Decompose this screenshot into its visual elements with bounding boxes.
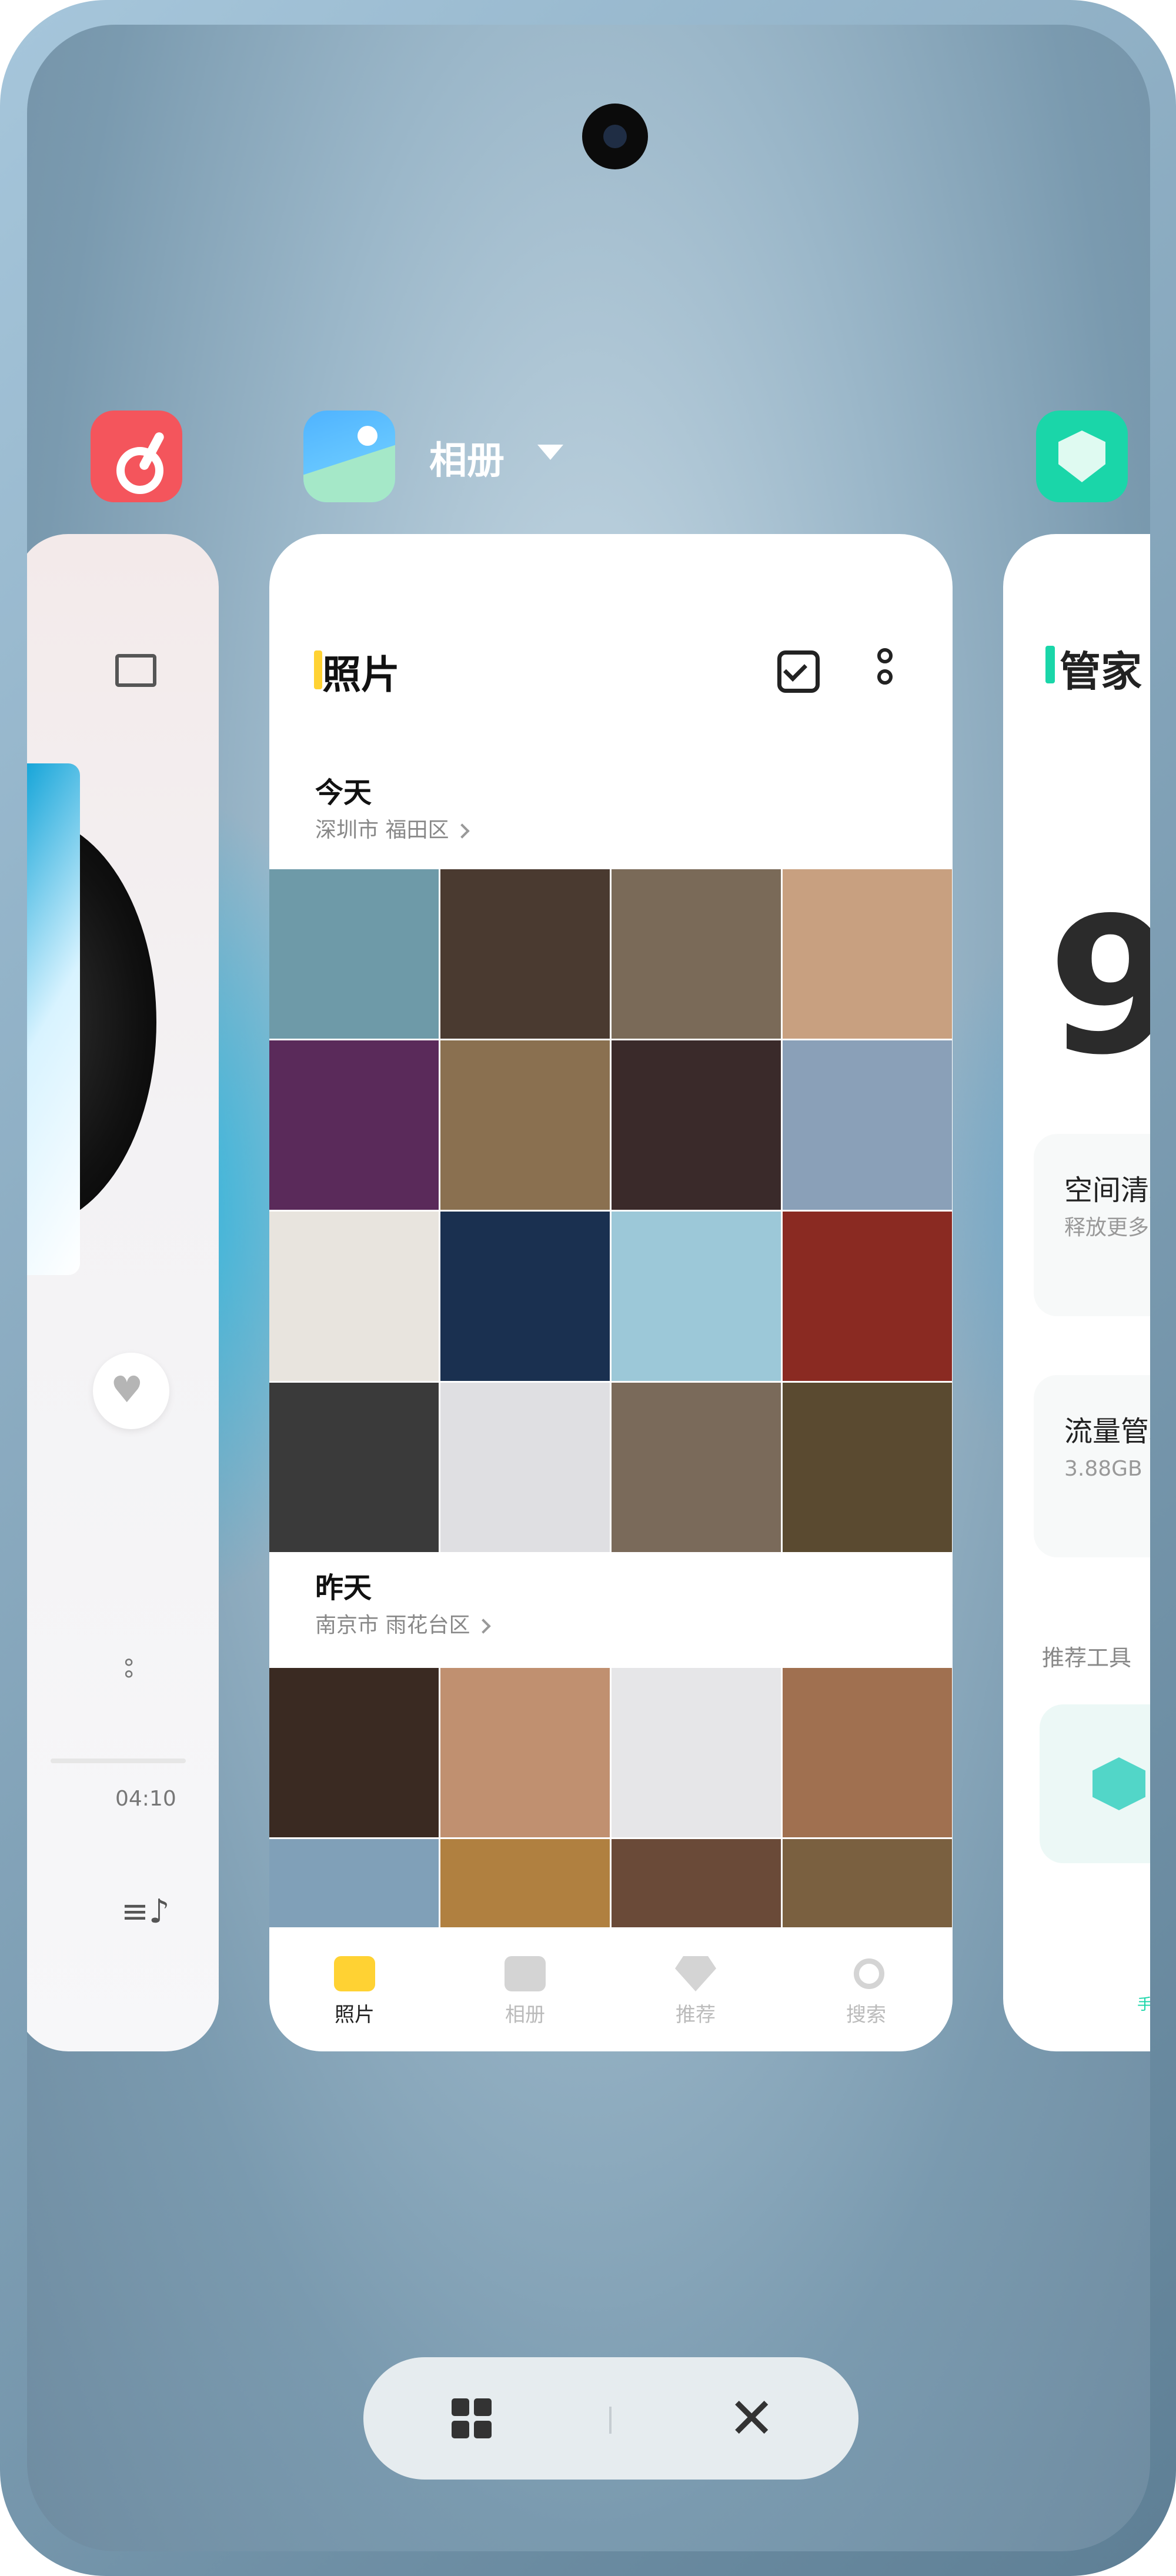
close-all-icon[interactable]: ✕ bbox=[728, 2390, 775, 2447]
photo-thumbnail[interactable] bbox=[440, 1040, 610, 1210]
photo-thumbnail[interactable] bbox=[612, 1212, 781, 1381]
tile-subtitle: 3.88GB 已用 bbox=[1064, 1457, 1150, 1481]
photo-thumbnail[interactable] bbox=[440, 1839, 610, 1927]
front-camera bbox=[582, 104, 648, 169]
title-accent-bar bbox=[314, 650, 322, 689]
tab-label: 搜索 bbox=[846, 2003, 886, 2027]
photo-thumbnail[interactable] bbox=[612, 869, 781, 1039]
nav-phone-label[interactable]: 手机 bbox=[1137, 1993, 1150, 2014]
photos-icon bbox=[334, 1956, 375, 1991]
photo-thumbnail[interactable] bbox=[440, 1668, 610, 1837]
photo-thumbnail[interactable] bbox=[783, 1839, 952, 1927]
photo-thumbnail[interactable] bbox=[269, 1383, 439, 1552]
section-location-today[interactable]: 深圳市 福田区 bbox=[315, 813, 470, 843]
select-checkbox-icon[interactable] bbox=[777, 650, 820, 693]
music-app-card[interactable]: ♥ ∘ ∘ 04:10 ≡♪ bbox=[27, 534, 219, 2051]
progress-bar[interactable] bbox=[51, 1759, 186, 1763]
manager-title: 管家 bbox=[1060, 648, 1142, 696]
phone-frame: 相册 ♥ ∘ ∘ 04:10 ≡♪ 照片 今天 深圳市 福田区 昨天 南京市 雨花… bbox=[0, 0, 1176, 2576]
bottom-tab-bar: 照片 相册 推荐 搜索 bbox=[269, 1928, 953, 2051]
tab-label: 相册 bbox=[505, 2003, 545, 2027]
photo-thumbnail[interactable] bbox=[269, 1040, 439, 1210]
music-app-icon[interactable] bbox=[91, 411, 182, 502]
title-accent-bar bbox=[1045, 646, 1055, 683]
heart-icon: ♥ bbox=[111, 1368, 143, 1411]
photo-grid-yesterday bbox=[269, 1668, 953, 1927]
albums-icon bbox=[505, 1956, 546, 1991]
tab-albums[interactable]: 相册 bbox=[440, 1928, 610, 2051]
recent-apps-screen: 相册 ♥ ∘ ∘ 04:10 ≡♪ 照片 今天 深圳市 福田区 昨天 南京市 雨花… bbox=[27, 25, 1150, 2551]
photo-thumbnail[interactable] bbox=[440, 869, 610, 1039]
photo-thumbnail[interactable] bbox=[612, 1839, 781, 1927]
photo-thumbnail[interactable] bbox=[783, 869, 952, 1039]
section-title-today: 今天 bbox=[315, 776, 372, 809]
gallery-app-card[interactable]: 照片 今天 深圳市 福田区 昨天 南京市 雨花台区 照片 相册 推荐 搜索 bbox=[269, 534, 953, 2051]
recommend-tool-tile[interactable] bbox=[1040, 1704, 1150, 1863]
more-icon[interactable]: ∘ ∘ bbox=[120, 1650, 138, 1697]
tab-label: 照片 bbox=[335, 2003, 375, 2027]
tile-subtitle: 释放更多空间 bbox=[1064, 1216, 1150, 1240]
photo-thumbnail[interactable] bbox=[783, 1040, 952, 1210]
manager-app-card[interactable]: 管家 96 空间清理 释放更多空间 流量管理 3.88GB 已用 推荐工具 手机 bbox=[1003, 534, 1150, 2051]
like-button[interactable]: ♥ bbox=[93, 1353, 169, 1429]
track-time: 04:10 bbox=[115, 1787, 176, 1811]
search-icon bbox=[846, 1956, 887, 1991]
page-title: 照片 bbox=[322, 652, 400, 698]
photo-thumbnail[interactable] bbox=[783, 1668, 952, 1837]
photo-thumbnail[interactable] bbox=[612, 1383, 781, 1552]
location-text: 南京市 雨花台区 bbox=[315, 1613, 470, 1637]
section-location-yesterday[interactable]: 南京市 雨花台区 bbox=[315, 1608, 492, 1639]
chevron-right-icon bbox=[476, 1619, 492, 1634]
tab-label: 推荐 bbox=[676, 2003, 716, 2027]
playlist-icon[interactable]: ≡♪ bbox=[121, 1893, 170, 1931]
photo-thumbnail[interactable] bbox=[269, 869, 439, 1039]
section-title-yesterday: 昨天 bbox=[315, 1571, 372, 1604]
diamond-icon bbox=[675, 1956, 716, 1991]
photo-thumbnail[interactable] bbox=[440, 1212, 610, 1381]
album-cover bbox=[27, 763, 80, 1275]
photo-thumbnail[interactable] bbox=[612, 1668, 781, 1837]
data-usage-tile[interactable]: 流量管理 3.88GB 已用 bbox=[1034, 1375, 1150, 1557]
space-cleanup-tile[interactable]: 空间清理 释放更多空间 bbox=[1034, 1134, 1150, 1316]
cast-icon[interactable] bbox=[115, 654, 156, 687]
photo-thumbnail[interactable] bbox=[269, 1212, 439, 1381]
location-text: 深圳市 福田区 bbox=[315, 818, 449, 842]
photo-thumbnail[interactable] bbox=[440, 1383, 610, 1552]
chevron-right-icon bbox=[455, 823, 470, 839]
photo-thumbnail[interactable] bbox=[783, 1383, 952, 1552]
photo-grid-today bbox=[269, 869, 953, 1552]
chevron-down-icon[interactable] bbox=[537, 445, 563, 460]
recommend-tools-label: 推荐工具 bbox=[1042, 1645, 1132, 1671]
photo-thumbnail[interactable] bbox=[783, 1212, 952, 1381]
tab-recommend[interactable]: 推荐 bbox=[610, 1928, 781, 2051]
more-options-icon[interactable] bbox=[876, 648, 894, 695]
grid-view-icon[interactable] bbox=[452, 2398, 493, 2440]
gallery-app-name[interactable]: 相册 bbox=[429, 431, 505, 485]
tab-search[interactable]: 搜索 bbox=[781, 1928, 951, 2051]
photo-thumbnail[interactable] bbox=[269, 1839, 439, 1927]
tile-title: 流量管理 bbox=[1064, 1415, 1150, 1448]
health-score: 96 bbox=[1048, 877, 1150, 1096]
photo-thumbnail[interactable] bbox=[612, 1040, 781, 1210]
photo-thumbnail[interactable] bbox=[269, 1668, 439, 1837]
manager-app-icon[interactable] bbox=[1036, 411, 1128, 502]
gallery-app-icon[interactable] bbox=[303, 411, 395, 502]
tab-photos[interactable]: 照片 bbox=[269, 1928, 440, 2051]
recent-apps-controls: ✕ bbox=[363, 2357, 858, 2480]
divider bbox=[609, 2407, 612, 2434]
tile-title: 空间清理 bbox=[1064, 1174, 1150, 1207]
